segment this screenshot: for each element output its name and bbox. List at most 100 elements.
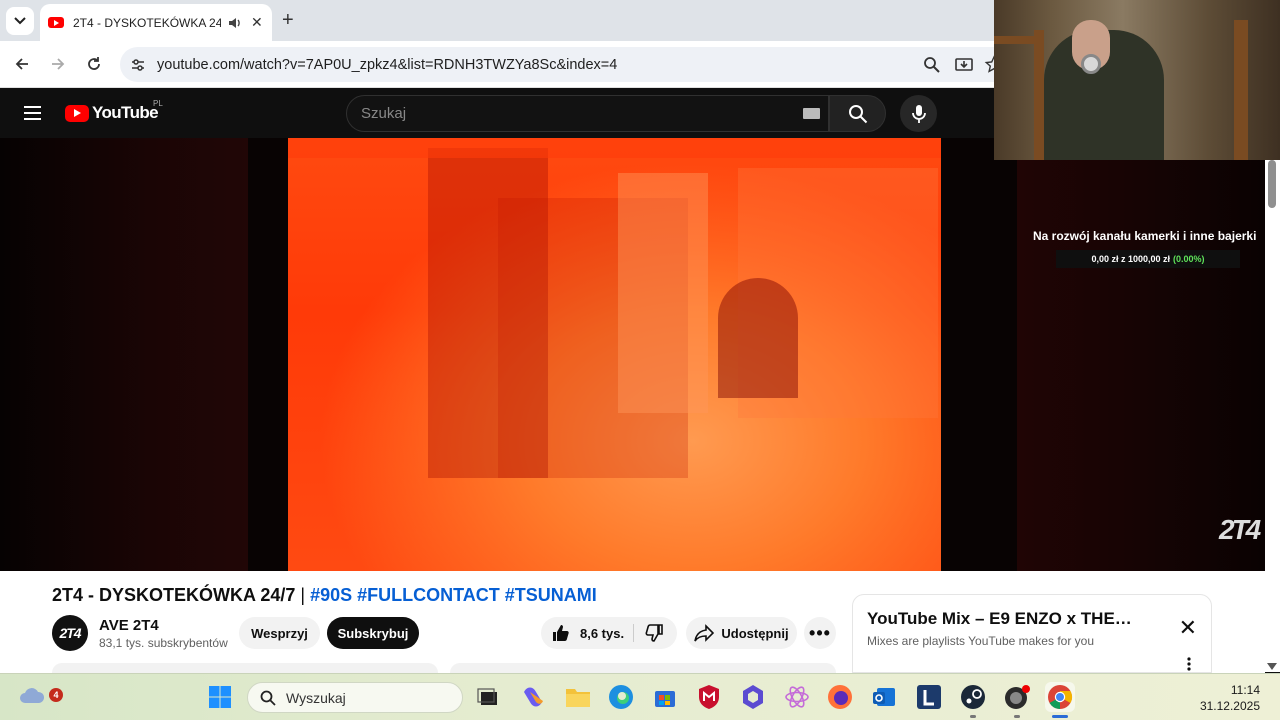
file-explorer-app[interactable] xyxy=(563,682,593,712)
share-button[interactable]: Udostępnij xyxy=(686,617,797,649)
video-hashtags[interactable]: #90S #FULLCONTACT #TSUNAMI xyxy=(310,585,597,605)
hexagon-icon xyxy=(743,685,763,709)
youtube-play-icon xyxy=(65,104,89,122)
edge-icon xyxy=(609,685,633,709)
thumbs-down-icon[interactable] xyxy=(644,623,664,643)
more-horizontal-icon: ••• xyxy=(809,623,831,643)
chevron-down-icon xyxy=(14,17,26,25)
copilot-icon xyxy=(524,687,543,707)
mail-icon xyxy=(873,688,895,706)
forward-button[interactable] xyxy=(47,53,69,75)
record-icon xyxy=(1005,685,1030,709)
copilot-app[interactable] xyxy=(518,682,548,712)
video-frame[interactable] xyxy=(288,138,941,571)
zoom-icon[interactable] xyxy=(922,55,942,75)
video-title-separator: | xyxy=(295,585,311,605)
channel-name[interactable]: AVE 2T4 xyxy=(99,617,159,634)
tab-search-dropdown-button[interactable] xyxy=(6,7,34,35)
back-button[interactable] xyxy=(11,53,33,75)
folder-icon xyxy=(566,689,590,707)
cloud-icon xyxy=(20,688,45,703)
weather-widget[interactable]: 4 xyxy=(17,680,63,710)
firefox-app[interactable] xyxy=(825,682,855,712)
search-button[interactable] xyxy=(829,95,886,132)
atom-icon xyxy=(785,686,809,708)
steam-app[interactable] xyxy=(958,682,988,712)
search-placeholder: Szukaj xyxy=(361,105,407,122)
webcam-overlay xyxy=(994,0,1280,160)
subscribe-button[interactable]: Subskrybuj xyxy=(327,617,419,649)
scroll-down-arrow-icon[interactable] xyxy=(1267,663,1277,670)
chrome-app[interactable] xyxy=(1045,682,1075,712)
new-tab-button[interactable]: + xyxy=(282,9,294,32)
channel-avatar[interactable]: 2T4 xyxy=(52,615,88,651)
browser-toolbar: youtube.com/watch?v=7AP0U_zpkz4&list=RDN… xyxy=(0,41,1004,88)
chrome-icon xyxy=(1048,685,1073,709)
share-label: Udostępnij xyxy=(721,625,789,641)
support-button[interactable]: Wesprzyj xyxy=(239,617,320,649)
install-app-icon[interactable] xyxy=(954,55,974,75)
like-dislike-group: 8,6 tys. xyxy=(541,617,677,649)
taskbar-search[interactable]: Wyszukaj xyxy=(247,682,463,713)
video-title: 2T4 - DYSKOTEKÓWKA 24/7 | #90S #FULLCONT… xyxy=(52,585,597,606)
thumbs-up-icon[interactable] xyxy=(551,623,571,643)
youtube-favicon-icon xyxy=(48,17,64,28)
start-button[interactable] xyxy=(205,682,235,712)
browser-tab-bar: 2T4 - DYSKOTEKÓWKA 24/7 | #90S #FULLCONT… xyxy=(0,0,994,41)
keyboard-icon[interactable] xyxy=(803,108,820,119)
youtube-wordmark: YouTube xyxy=(92,103,159,122)
channel-subscriber-count: 83,1 tys. subskrybentów xyxy=(99,636,228,650)
outlook-app[interactable] xyxy=(869,682,899,712)
obs-app[interactable] xyxy=(1002,682,1032,712)
search-input[interactable]: Szukaj xyxy=(346,95,829,132)
microphone-icon xyxy=(911,104,926,123)
store-icon xyxy=(655,691,675,707)
comments-card xyxy=(450,663,836,673)
search-icon xyxy=(848,104,867,123)
url-text: youtube.com/watch?v=7AP0U_zpkz4&list=RDN… xyxy=(157,56,618,73)
scrollbar-thumb[interactable] xyxy=(1268,160,1276,208)
arrow-left-icon xyxy=(15,58,28,70)
video-ambient-right xyxy=(1017,138,1265,571)
letter-l-icon xyxy=(917,685,941,709)
speaker-icon[interactable] xyxy=(227,15,243,31)
more-actions-button[interactable]: ••• xyxy=(804,617,836,649)
share-icon xyxy=(694,624,715,642)
mix-title[interactable]: YouTube Mix – E9 ENZO x THE… xyxy=(867,609,1132,629)
site-info-icon[interactable] xyxy=(129,56,147,74)
reload-button[interactable] xyxy=(83,53,105,75)
video-title-main: 2T4 - DYSKOTEKÓWKA 24/7 xyxy=(52,585,296,605)
video-player[interactable] xyxy=(0,138,1265,571)
close-icon[interactable]: ✕ xyxy=(1179,615,1197,641)
l-app[interactable] xyxy=(914,682,944,712)
voice-search-button[interactable] xyxy=(900,95,937,132)
donation-goal-bar: 0,00 zł z 1000,00 zł (0.00%) xyxy=(1056,250,1240,268)
donation-goal-percent: (0.00%) xyxy=(1173,254,1205,264)
donation-goal-amount: 0,00 zł z 1000,00 zł xyxy=(1091,254,1171,264)
menu-icon[interactable] xyxy=(24,106,41,120)
page-scrollbar[interactable] xyxy=(1265,160,1280,672)
system-clock[interactable]: 11:14 31.12.2025 xyxy=(1200,682,1260,714)
mcafee-app[interactable] xyxy=(694,682,724,712)
shield-icon xyxy=(699,685,719,709)
windows-logo-icon xyxy=(209,686,231,708)
more-vertical-icon[interactable] xyxy=(1187,657,1191,671)
youtube-logo[interactable]: YouTube PL xyxy=(65,99,163,123)
like-count[interactable]: 8,6 tys. xyxy=(580,626,624,641)
playlist-mix-panel: YouTube Mix – E9 ENZO x THE… Mixes are p… xyxy=(852,594,1212,673)
react-devtools-app[interactable] xyxy=(782,682,812,712)
tab-close-icon[interactable]: ✕ xyxy=(251,14,263,31)
edge-browser-app[interactable] xyxy=(606,682,636,712)
firefox-icon xyxy=(828,685,852,709)
channel-watermark[interactable]: 2T4 xyxy=(1219,514,1261,546)
address-bar[interactable]: youtube.com/watch?v=7AP0U_zpkz4&list=RDN… xyxy=(120,47,1004,82)
task-view-button[interactable] xyxy=(473,682,503,712)
microsoft-store-app[interactable] xyxy=(650,682,680,712)
taskbar-search-placeholder: Wyszukaj xyxy=(286,689,346,706)
search-icon xyxy=(260,690,276,706)
mix-subtitle: Mixes are playlists YouTube makes for yo… xyxy=(867,634,1094,648)
clock-time: 11:14 xyxy=(1230,683,1260,697)
browser-tab-active[interactable]: 2T4 - DYSKOTEKÓWKA 24/7 | #90S #FULLCONT… xyxy=(40,4,272,41)
vpn-app[interactable] xyxy=(738,682,768,712)
clock-date: 31.12.2025 xyxy=(1199,699,1260,713)
